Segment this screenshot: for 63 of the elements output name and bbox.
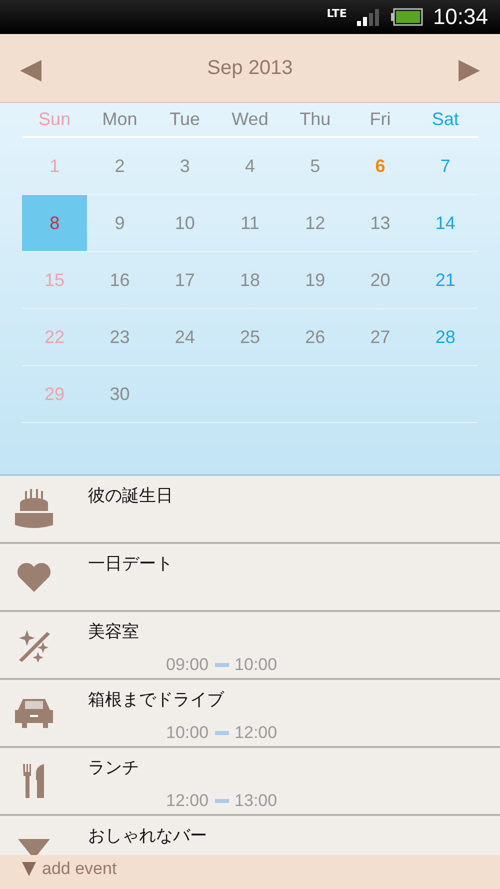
signal-icon bbox=[356, 8, 381, 26]
day-cell[interactable]: 13 bbox=[348, 195, 413, 251]
add-event-button[interactable]: add event bbox=[22, 855, 117, 879]
day-cell[interactable]: 27 bbox=[348, 309, 413, 365]
day-cell[interactable]: 14 bbox=[412, 195, 478, 251]
event-title: 箱根までドライブ bbox=[88, 689, 226, 711]
day-cell[interactable]: 20 bbox=[348, 252, 413, 308]
weekday-label: Sun bbox=[38, 109, 71, 130]
weekday-label: Fri bbox=[370, 109, 391, 130]
day-cell[interactable]: 16 bbox=[87, 252, 152, 308]
end-time: 10:00 bbox=[234, 655, 278, 675]
day-cell[interactable]: 7 bbox=[412, 138, 478, 194]
event-title: ランチ bbox=[88, 757, 140, 779]
day-cell[interactable]: 24 bbox=[152, 309, 218, 365]
day-cell[interactable]: 30 bbox=[87, 366, 152, 422]
day-cell[interactable]: 25 bbox=[217, 309, 283, 365]
fork-and-knife-icon bbox=[23, 764, 45, 798]
month-title: Sep 2013 bbox=[207, 56, 293, 80]
weekday-label: Thu bbox=[300, 109, 331, 130]
triangle-icon bbox=[22, 862, 36, 876]
day-cell[interactable]: 3 bbox=[152, 138, 218, 194]
end-time: 13:00 bbox=[234, 791, 278, 811]
day-cell[interactable]: 26 bbox=[282, 309, 348, 365]
day-cell[interactable]: 10 bbox=[152, 195, 218, 251]
clock-time: 10:34 bbox=[432, 4, 488, 30]
day-cell[interactable]: 9 bbox=[87, 195, 152, 251]
day-cell[interactable]: 6 bbox=[348, 138, 413, 194]
day-cell[interactable]: 15 bbox=[22, 252, 88, 308]
heart-icon bbox=[17, 562, 51, 592]
start-time: 10:00 bbox=[166, 723, 209, 743]
day-cell[interactable]: 12 bbox=[282, 195, 348, 251]
event-title: おしゃれなバー bbox=[88, 825, 208, 847]
next-month-button[interactable]: ▶ bbox=[458, 52, 480, 84]
weekday-label: Mon bbox=[102, 109, 138, 130]
event-title: 美容室 bbox=[88, 621, 140, 643]
day-cell[interactable]: 29 bbox=[22, 366, 88, 422]
day-cell[interactable]: 19 bbox=[282, 252, 348, 308]
start-time: 12:00 bbox=[166, 791, 209, 811]
day-cell[interactable]: 21 bbox=[412, 252, 478, 308]
end-time: 12:00 bbox=[234, 723, 278, 743]
weekday-label: Wed bbox=[232, 109, 268, 130]
car-icon bbox=[15, 697, 53, 729]
magic-wand-icon bbox=[17, 628, 51, 662]
day-cell[interactable]: 2 bbox=[87, 138, 152, 194]
battery-icon bbox=[390, 8, 423, 26]
event-title: 一日デート bbox=[88, 553, 174, 575]
cake-icon bbox=[15, 489, 53, 529]
weekday-label: Tue bbox=[170, 109, 200, 130]
network-label: LTE bbox=[326, 6, 347, 20]
day-cell[interactable]: 22 bbox=[22, 309, 88, 365]
previous-month-button[interactable]: ◀ bbox=[20, 52, 42, 84]
day-cell[interactable]: 17 bbox=[152, 252, 218, 308]
day-cell[interactable]: 23 bbox=[87, 309, 152, 365]
day-cell[interactable]: 18 bbox=[217, 252, 283, 308]
weekday-label: Sat bbox=[432, 109, 459, 130]
event-title: 彼の誕生日 bbox=[88, 485, 174, 507]
day-cell[interactable]: 4 bbox=[217, 138, 283, 194]
day-cell[interactable]: 8 bbox=[22, 195, 88, 251]
day-cell[interactable]: 28 bbox=[412, 309, 478, 365]
day-cell[interactable]: 11 bbox=[217, 195, 283, 251]
day-cell[interactable]: 5 bbox=[282, 138, 348, 194]
start-time: 09:00 bbox=[166, 655, 209, 675]
day-cell[interactable]: 1 bbox=[22, 138, 88, 194]
